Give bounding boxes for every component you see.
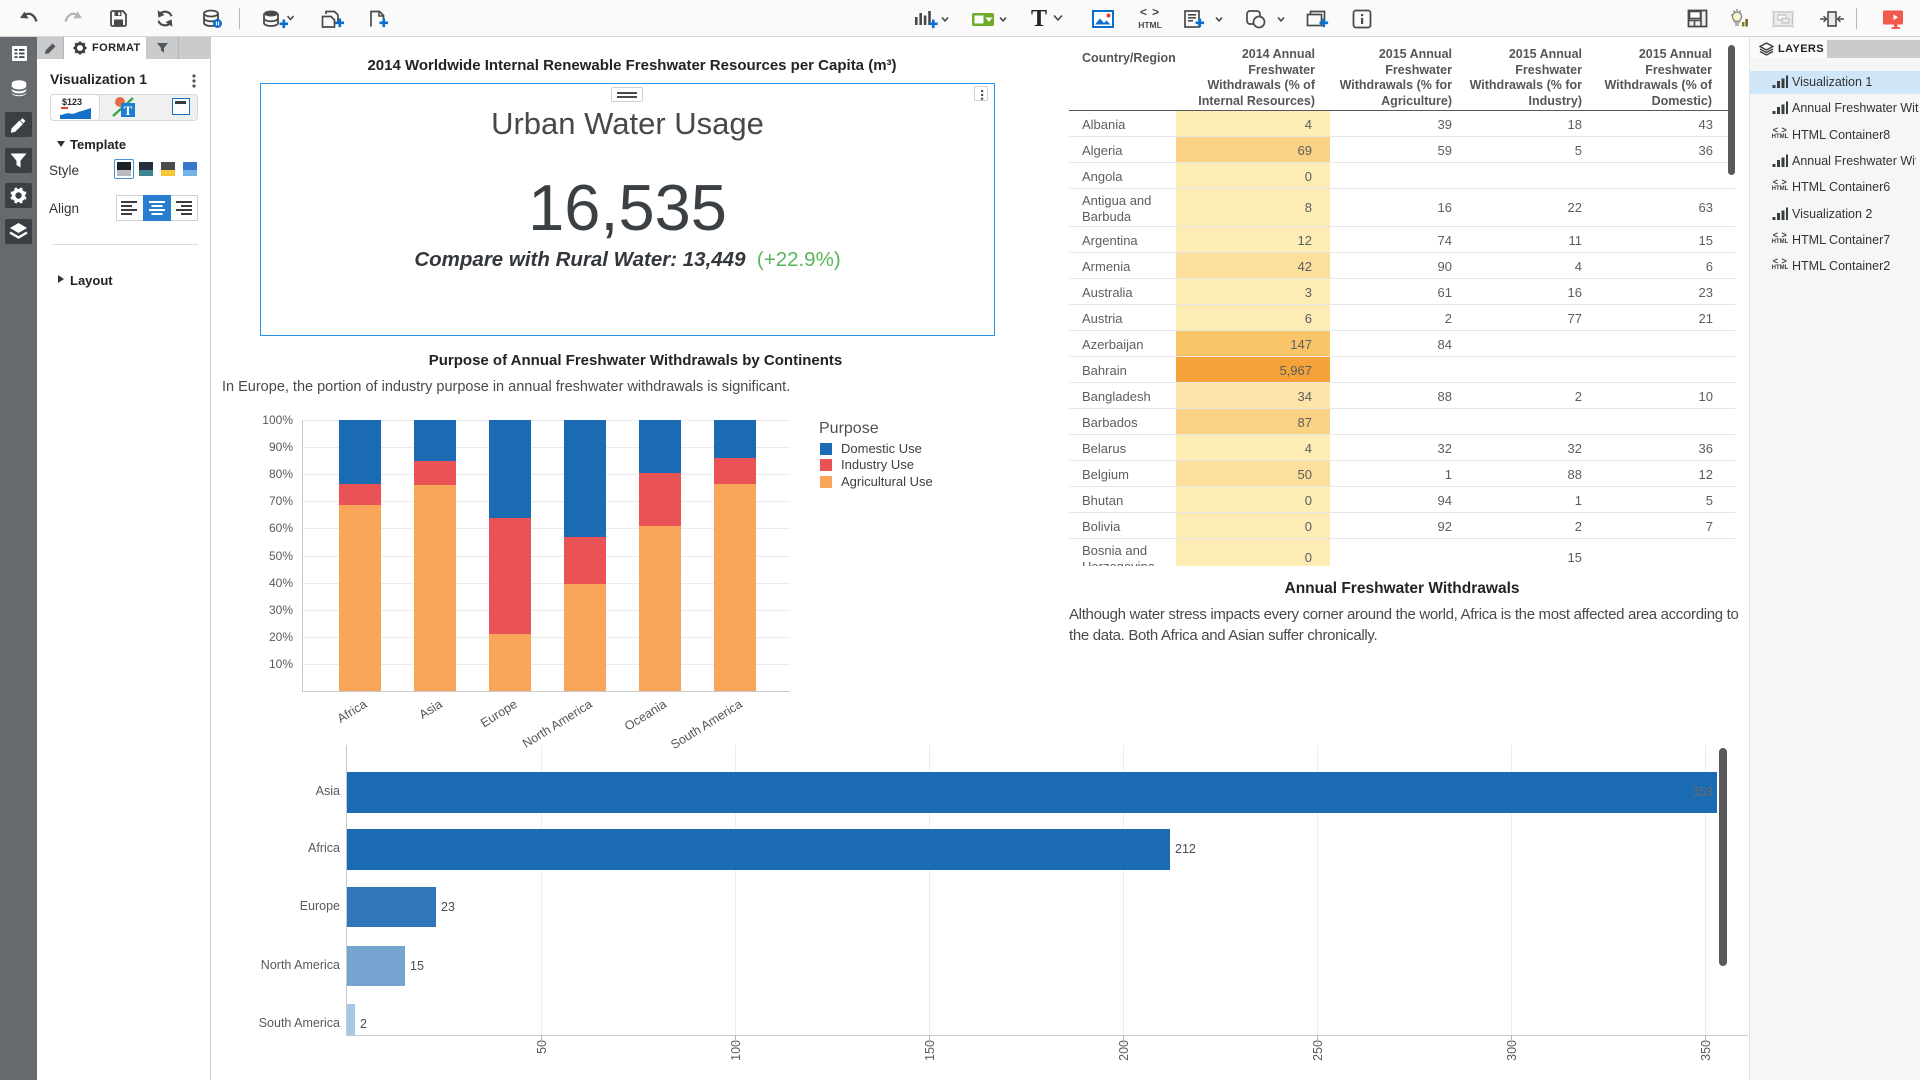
- svg-text:100: 100: [729, 1040, 743, 1061]
- svg-text:200: 200: [1117, 1040, 1131, 1061]
- svg-text:50: 50: [535, 1040, 549, 1054]
- svg-text:350: 350: [1699, 1040, 1713, 1061]
- svg-text:300: 300: [1505, 1040, 1519, 1061]
- svg-text:250: 250: [1311, 1040, 1325, 1061]
- svg-text:T: T: [124, 103, 133, 118]
- svg-text:150: 150: [923, 1040, 937, 1061]
